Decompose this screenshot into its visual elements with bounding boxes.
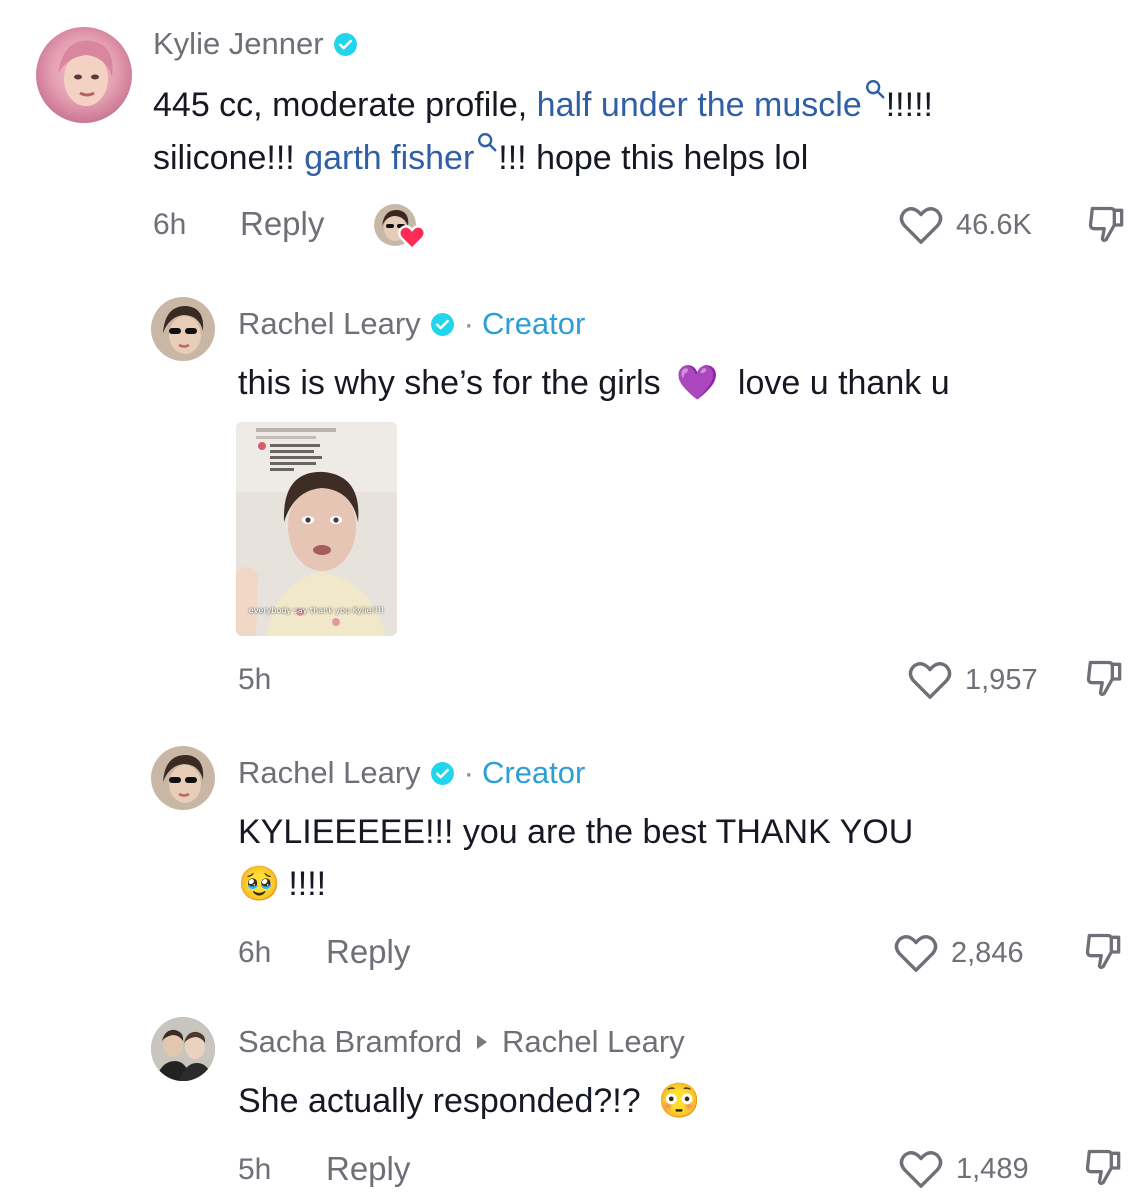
comment-text-line-2: 🥹!!!! (238, 865, 327, 903)
comment-text: 445 cc, moderate profile, half under the… (153, 78, 933, 184)
creator-badge: Creator (481, 306, 586, 341)
dislike-button[interactable] (1082, 1146, 1126, 1190)
dislike-icon (1088, 206, 1124, 243)
comment-time: 5h (238, 663, 272, 696)
comment-time: 6h (153, 208, 187, 241)
comment-time: 5h (238, 1153, 272, 1186)
heart-outline-icon (899, 207, 943, 244)
like-count: 2,846 (951, 936, 1024, 969)
avatar-illustration (151, 1017, 215, 1081)
avatar-illustration (58, 40, 113, 106)
avatar-sacha-bramford[interactable] (151, 1017, 215, 1081)
video-caption: everybody say thank you Kylie!!!! (248, 606, 385, 615)
search-link-half-under-the-muscle[interactable]: half under the muscle (537, 80, 886, 124)
avatar-rachel-leary[interactable] (151, 746, 215, 810)
author-name[interactable]: Sacha Bramford (238, 1024, 462, 1060)
like-button[interactable]: 1,489 (898, 1148, 1029, 1190)
heart-outline-icon (894, 935, 938, 972)
dislike-button[interactable] (1085, 203, 1129, 247)
comment-time: 6h (238, 936, 272, 969)
pleading-face-emoji: 🥹 (238, 865, 281, 903)
dislike-button[interactable] (1082, 930, 1126, 974)
verified-badge-icon (333, 32, 357, 56)
comment-author-row: Kylie Jenner (153, 26, 358, 62)
creator-badge: Creator (481, 755, 586, 790)
like-button[interactable]: 2,846 (893, 932, 1024, 974)
dislike-button[interactable] (1083, 657, 1127, 701)
separator-dot: · (463, 755, 474, 790)
dislike-icon (1086, 660, 1122, 697)
like-button[interactable]: 1,957 (907, 659, 1038, 701)
comment-author-row: Rachel Leary · Creator (238, 306, 585, 342)
verified-badge-icon (430, 312, 454, 336)
verified-badge-icon (430, 761, 454, 785)
search-icon (865, 80, 885, 99)
comment-text: KYLIEEEEE!!! you are the best THANK YOU … (238, 806, 913, 910)
reply-button[interactable]: Reply (240, 205, 324, 243)
comment-author-row: Sacha Bramford Rachel Leary (238, 1024, 685, 1060)
comment-text: She actually responded?!? 😳 (238, 1082, 701, 1120)
avatar-illustration (163, 754, 204, 803)
separator-dot: · (463, 306, 474, 341)
like-count: 46.6K (956, 208, 1032, 241)
reply-to-name[interactable]: Rachel Leary (502, 1024, 685, 1060)
like-button[interactable]: 46.6K (898, 204, 1032, 246)
flushed-face-emoji: 😳 (658, 1082, 701, 1120)
reply-arrow-icon (477, 1035, 487, 1049)
video-thumbnail-image (236, 422, 397, 636)
author-name[interactable]: Rachel Leary (238, 306, 421, 342)
heart-filled-icon (398, 225, 426, 250)
avatar-illustration (163, 305, 204, 354)
like-count: 1,957 (965, 663, 1038, 696)
search-link-garth-fisher[interactable]: garth fisher (304, 133, 498, 177)
heart-outline-icon (899, 1151, 943, 1188)
comment-author-row: Rachel Leary · Creator (238, 755, 585, 791)
dislike-icon (1085, 933, 1121, 970)
video-thumbnail[interactable]: everybody say thank you Kylie!!!! (236, 422, 397, 636)
comment-text-line-1: KYLIEEEEE!!! you are the best THANK YOU (238, 813, 914, 851)
reply-button[interactable]: Reply (326, 933, 410, 971)
comment-text: this is why she’s for the girls 💜 love u… (238, 364, 950, 402)
avatar-rachel-leary[interactable] (151, 297, 215, 361)
author-name[interactable]: Rachel Leary (238, 755, 421, 791)
avatar-kylie-jenner[interactable] (36, 27, 132, 123)
search-icon (478, 133, 497, 152)
creator-liked-indicator (374, 204, 428, 250)
reply-button[interactable]: Reply (326, 1150, 410, 1188)
heart-outline-icon (908, 662, 952, 699)
comment-text-line-1: 445 cc, moderate profile, half under the… (153, 78, 933, 131)
dislike-icon (1085, 1149, 1121, 1186)
author-name[interactable]: Kylie Jenner (153, 26, 324, 62)
comment-text-line-2: silicone!!! garth fisher!!! hope this he… (153, 131, 933, 184)
like-count: 1,489 (956, 1152, 1029, 1185)
purple-heart-emoji: 💜 (676, 364, 719, 402)
